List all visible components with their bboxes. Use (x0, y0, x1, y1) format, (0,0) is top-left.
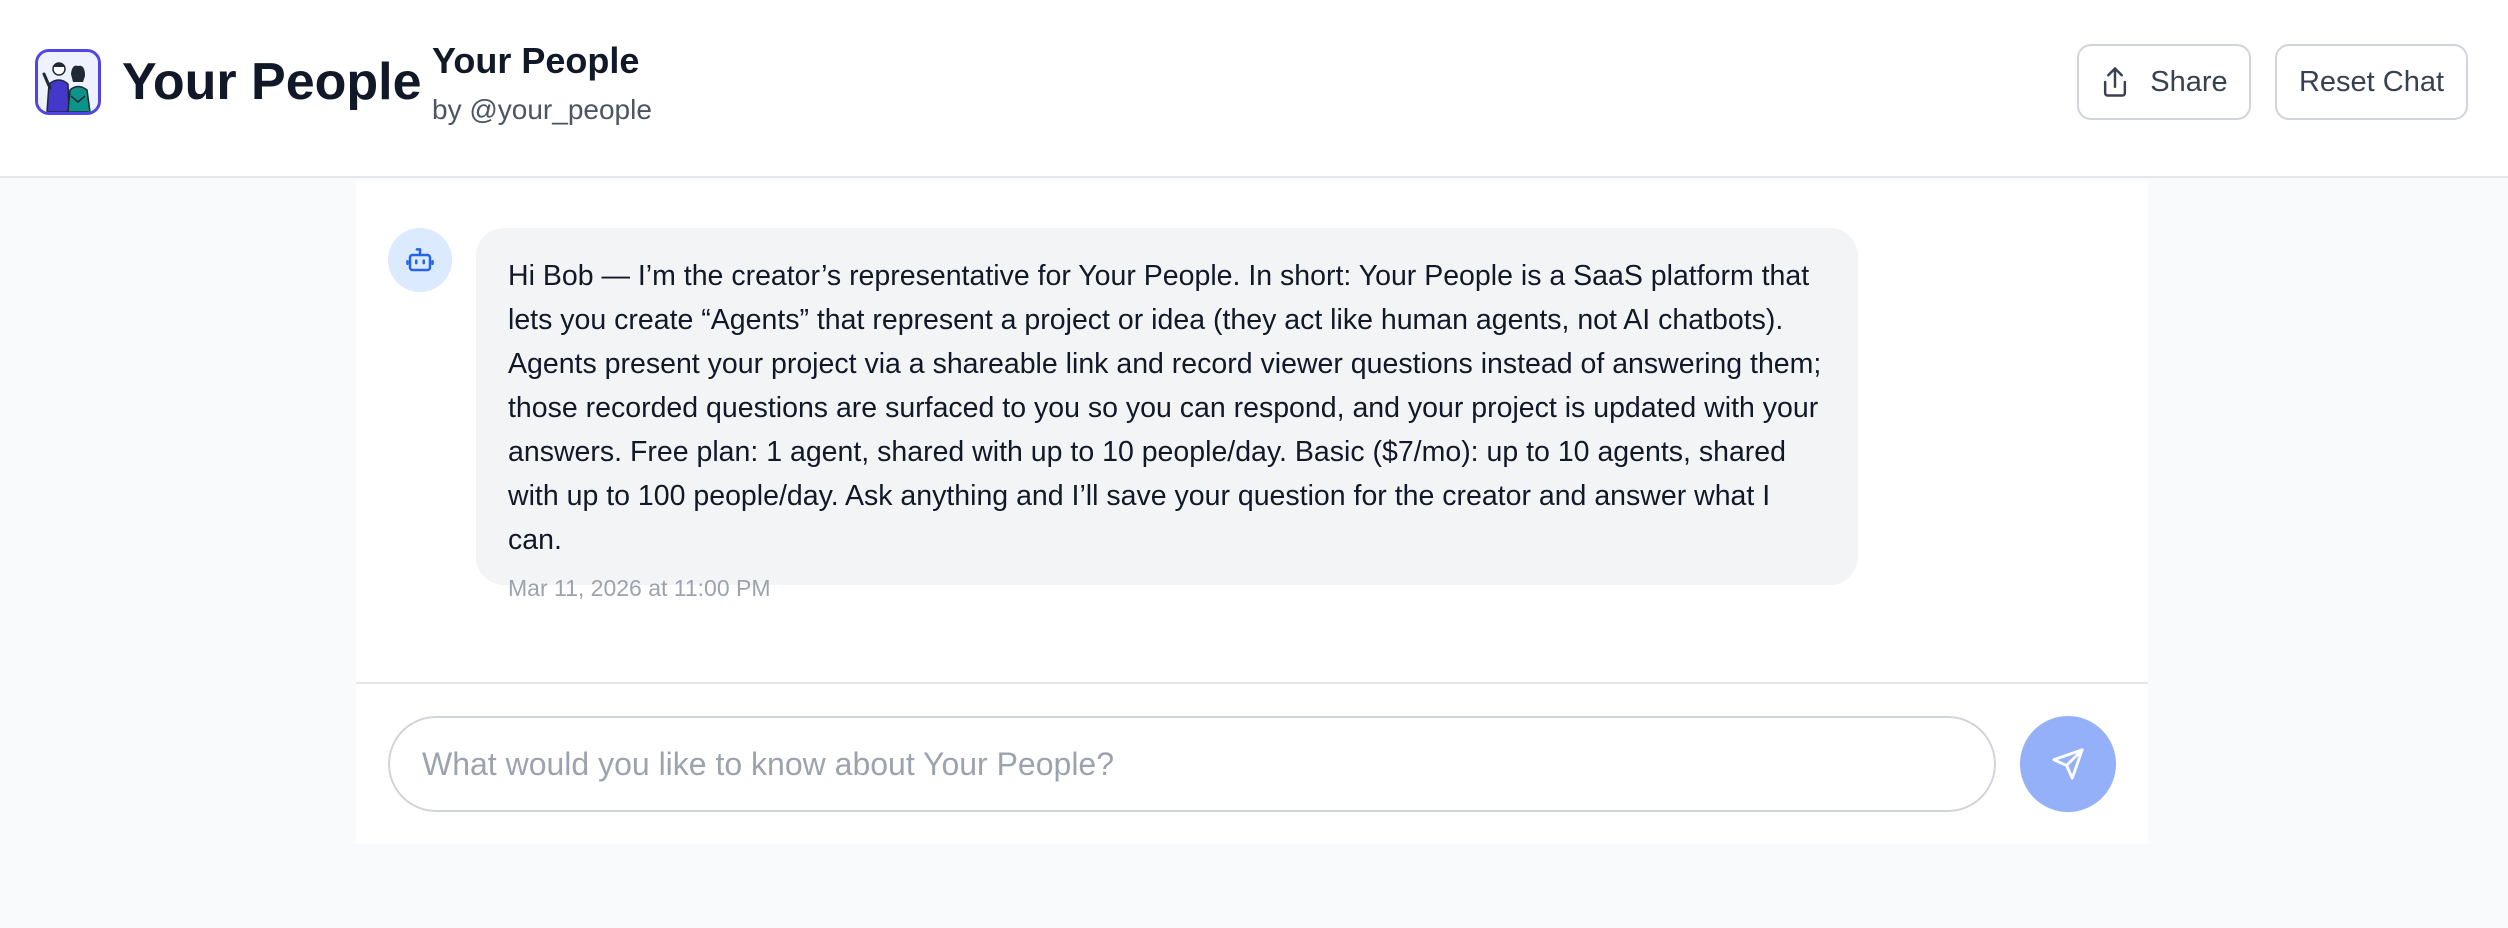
send-icon (2052, 748, 2084, 780)
message-text: Hi Bob — I’m the creator’s representativ… (508, 260, 1822, 556)
people-illustration-icon (35, 49, 101, 115)
app-header: Your People Your People by @your_people … (0, 0, 2508, 178)
send-button[interactable] (2020, 716, 2116, 812)
agent-name: Your People (432, 40, 640, 81)
share-icon (2104, 67, 2127, 97)
reset-chat-button[interactable]: Reset Chat (2275, 44, 2468, 120)
brand-title: Your People (122, 53, 422, 111)
share-button[interactable]: Share (2077, 44, 2251, 120)
agent-author: by @your_people (432, 94, 652, 125)
bot-message-bubble: Hi Bob — I’m the creator’s representativ… (476, 228, 1858, 601)
reset-chat-button-label: Reset Chat (2298, 65, 2445, 98)
message-timestamp: Mar 11, 2026 at 11:00 PM (508, 575, 771, 601)
share-button-label: Share (2150, 65, 2228, 98)
chat-input[interactable] (388, 716, 1996, 812)
robot-icon (406, 248, 434, 272)
bot-avatar (388, 228, 452, 292)
